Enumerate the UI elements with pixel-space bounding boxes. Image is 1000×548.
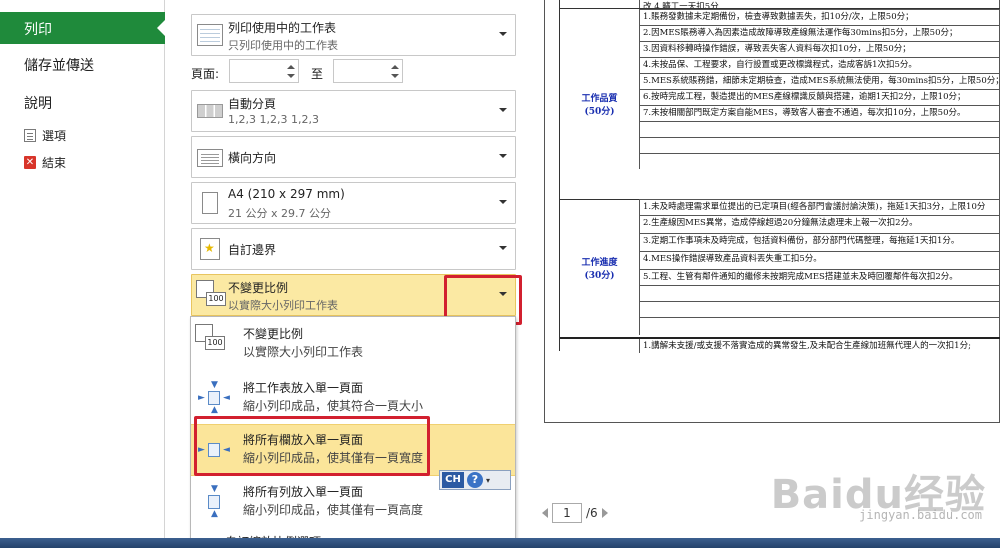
orientation-select[interactable]: 橫向方向 (191, 136, 516, 178)
nav-save-send[interactable]: 儲存並傳送 (24, 55, 94, 75)
pages-label: 頁面: (191, 67, 220, 81)
table-row (640, 121, 1000, 137)
print-what-title: 列印使用中的工作表 (228, 21, 337, 35)
scaling-title: 不變更比例 (228, 281, 289, 295)
scaling-icon: 100 (196, 280, 226, 310)
highlight-box-fit-columns (194, 416, 430, 476)
margins-title: 自訂邊界 (228, 243, 277, 257)
chevron-down-icon (499, 154, 507, 158)
table-row (640, 137, 1000, 153)
pages-from-input[interactable] (229, 59, 299, 83)
collate-icon (197, 104, 223, 118)
print-what-select[interactable]: 列印使用中的工作表 只列印使用中的工作表 (191, 14, 516, 56)
option-title: 將所有列放入單一頁面 (243, 485, 364, 499)
scaling-sub: 以實際大小列印工作表 (228, 299, 338, 312)
category-progress: 工作進度 (30分) (560, 199, 640, 335)
category-quality: 工作品質 (50分) (560, 9, 640, 169)
worksheet-icon (197, 24, 223, 46)
table-row: 4.未按品保、工程要求，自行設置或更改標識程式，造成客訴1次扣5分。 (640, 57, 1000, 73)
preview-page: 改.4.曠工一天扣5分 工作品質 (50分) 1.賬務發數據未定期備份，檢查導致… (544, 0, 1000, 423)
collate-select[interactable]: 自動分頁 1,2,3 1,2,3 1,2,3 (191, 90, 516, 132)
margins-icon (200, 238, 220, 260)
table-row (640, 301, 1000, 317)
print-preview: 改.4.曠工一天扣5分 工作品質 (50分) 1.賬務發數據未定期備份，檢查導致… (530, 0, 1000, 548)
chevron-down-icon (499, 32, 507, 36)
chevron-down-icon (499, 108, 507, 112)
margins-select[interactable]: 自訂邊界 (191, 228, 516, 270)
watermark-url: jingyan.baidu.com (859, 508, 982, 522)
landscape-icon (197, 149, 223, 167)
exit-icon: ✕ (24, 156, 36, 169)
page-total: /6 (586, 506, 598, 520)
table-row: 2.因MES賬務導入為因素造成故障導致產線無法運作每30mins扣5分，上限50… (640, 25, 1000, 41)
table-row: 3.因資料移轉時操作錯誤，導致丟失客人資料每次扣10分，上限50分； (640, 41, 1000, 57)
help-icon[interactable]: ? (467, 472, 483, 488)
table-row: 5.MES系統賬務錯，細節未定期檢查，造成MES系統無法使用，每30mins扣5… (640, 73, 1000, 89)
nav-options-label: 選項 (42, 129, 67, 143)
pages-to-input[interactable] (333, 59, 403, 83)
collate-sub: 1,2,3 1,2,3 1,2,3 (228, 113, 319, 126)
fit-rows-icon: ▼ ▲ (197, 485, 231, 519)
table-row: 3.定期工作事項未及時完成，包括資料備份，部分部門代碼整理，每拖延1天扣1分。 (640, 233, 1000, 249)
page-number-input[interactable]: 1 (552, 503, 582, 523)
category-points: (50分) (584, 107, 615, 117)
table-row (640, 285, 1000, 301)
nav-help[interactable]: 說明 (24, 93, 52, 113)
table-row: 1.未及時處理需求單位提出的已定項目(經各部門會議討論決策)，拖延1天扣3分，上… (640, 199, 1000, 215)
table-row: 2.生產線因MES異常，造成停線超過20分鐘無法處理未上報一次扣2分。 (640, 215, 1000, 231)
nav-print-label: 列印 (24, 22, 52, 38)
scaling-icon: 100 (195, 324, 225, 354)
chevron-down-icon[interactable]: ▾ (486, 476, 490, 485)
print-what-sub: 只列印使用中的工作表 (228, 39, 338, 52)
option-sub: 縮小列印成品，使其符合一頁大小 (243, 399, 424, 413)
option-title: 將工作表放入單一頁面 (243, 381, 364, 395)
paper-size-select[interactable]: A4 (210 x 297 mm) 21 公分 x 29.7 公分 (191, 182, 516, 224)
nav-exit[interactable]: ✕ 結束 (24, 154, 66, 171)
fit-sheet-icon: ▼ ▲ ► ◄ (198, 380, 230, 415)
backstage-nav: 列印 儲存並傳送 說明 選項 ✕ 結束 (0, 0, 165, 548)
paper-title: A4 (210 x 297 mm) (228, 187, 345, 201)
option-sub: 以實際大小列印工作表 (243, 345, 364, 359)
option-sub: 縮小列印成品，使其僅有一頁高度 (243, 503, 424, 517)
scaling-option-no-scaling[interactable]: 100 不變更比例 以實際大小列印工作表 (191, 319, 515, 371)
option-title: 不變更比例 (243, 327, 304, 341)
table-row: 5.工程、生管有鄰件通知的繼修未按期完成MES搭建並未及時回覆鄰件每次扣2分。 (640, 269, 1000, 285)
spin-down-icon[interactable] (391, 74, 399, 78)
spin-up-icon[interactable] (287, 65, 295, 69)
next-page-icon[interactable] (601, 508, 608, 518)
collate-title: 自動分頁 (228, 97, 277, 111)
preview-table: 改.4.曠工一天扣5分 工作品質 (50分) 1.賬務發數據未定期備份，檢查導致… (559, 0, 1000, 353)
category-points: (30分) (584, 271, 615, 281)
category-label: 工作品質 (581, 94, 618, 104)
nav-print[interactable]: 列印 (0, 12, 165, 44)
paper-icon (202, 192, 218, 214)
table-row: 6.按時完成工程，製造提出的MES產線標識反饋與搭建，逾期1天扣2分，上限10分… (640, 89, 1000, 105)
options-icon (24, 129, 36, 142)
spin-up-icon[interactable] (391, 65, 399, 69)
spin-down-icon[interactable] (287, 74, 295, 78)
ime-toolbar[interactable]: CH ? ▾ (439, 470, 511, 490)
table-row: 1.講解未支援/或支援不落實造成的異常發生,及未配合生產線加班無代理人的一次扣1… (643, 341, 971, 351)
chevron-down-icon (499, 200, 507, 204)
table-row (640, 153, 1000, 169)
table-row: 4.MES操作錯誤導致產品資料丟失重工扣5分。 (640, 251, 1000, 267)
prev-page-icon[interactable] (542, 508, 548, 518)
nav-options[interactable]: 選項 (24, 127, 66, 144)
table-row: 1.賬務發數據未定期備份，檢查導致數據丟失，扣10分/次，上限50分； (640, 9, 1000, 25)
ime-lang-button[interactable]: CH (442, 472, 464, 488)
table-row (640, 317, 1000, 333)
taskbar (0, 538, 1000, 548)
orientation-title: 橫向方向 (228, 151, 277, 165)
paper-sub: 21 公分 x 29.7 公分 (228, 207, 331, 220)
page-navigator: 1 /6 (542, 503, 608, 523)
table-row: 7.未按相關部門既定方案自能MES，導致客人審查不通過，每次扣10分，上限50分… (640, 105, 1000, 121)
nav-exit-label: 結束 (42, 156, 67, 170)
category-label: 工作進度 (581, 258, 618, 268)
pages-to-label: 至 (311, 67, 324, 81)
chevron-down-icon (499, 246, 507, 250)
